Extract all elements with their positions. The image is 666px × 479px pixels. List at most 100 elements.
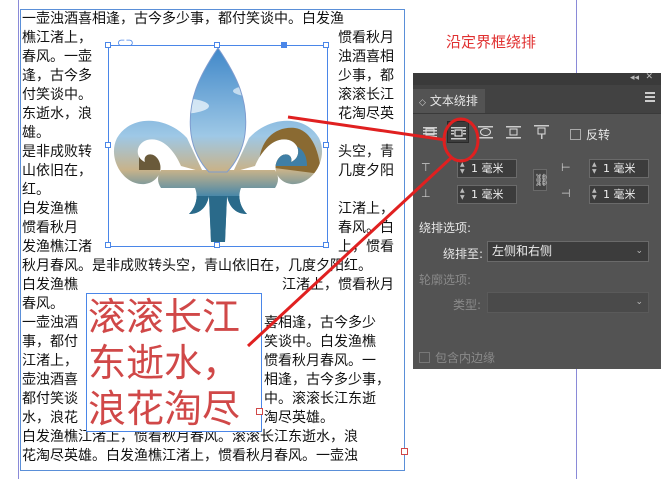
text-segment: 江渚上，: [22, 353, 78, 369]
text-line: 一壶浊酒喜相逢，古今多少事，都付笑谈中。白发渔: [22, 10, 408, 29]
text-segment: 是非成败转: [22, 144, 92, 160]
link-icon[interactable]: ⊂⊃: [117, 38, 134, 49]
text-segment: 滚滚长江: [338, 87, 394, 103]
text-wrap-panel: ◂◂ ✕ ◇ 文本绕排 反转 ⊤ ▲ ▼ 1 毫米 ⊥ ▲ ▼ 1 毫米 ⛓ ⊢ ▲ ▼ 1 …: [413, 72, 661, 369]
wrap-bounding-box-icon: [451, 127, 466, 140]
jump-next-column-icon: [534, 125, 549, 139]
tab-text-wrap[interactable]: ◇ 文本绕排: [413, 89, 485, 113]
overset-port[interactable]: [401, 448, 408, 455]
no-wrap-button[interactable]: [419, 121, 441, 143]
wrap-object-shape-button[interactable]: [475, 121, 497, 143]
text-segment: 浊酒喜相: [338, 49, 394, 65]
wrap-to-label: 绕排至:: [443, 247, 484, 261]
jump-object-button[interactable]: [503, 121, 525, 143]
invert-checkbox[interactable]: 反转: [570, 126, 610, 143]
large-text-line: 东逝水，: [88, 341, 241, 385]
text-segment: 水，浪花: [22, 410, 78, 426]
wrap-options-heading: 绕排选项:: [419, 221, 472, 235]
fleur-de-lis-image: [113, 47, 323, 242]
text-segment: 红。: [22, 182, 50, 198]
text-segment: 逢，古今多: [22, 68, 92, 84]
text-segment: 几度夕阳: [338, 163, 394, 179]
text-segment: 春风。: [22, 296, 64, 312]
resize-handle[interactable]: [323, 242, 329, 248]
contour-options-heading: 轮廓选项:: [419, 273, 472, 287]
text-segment: 一壶浊酒: [22, 315, 78, 331]
text-segment: 上，惯看: [338, 239, 394, 255]
image-frame[interactable]: ⊂⊃: [105, 38, 329, 248]
text-segment: 喜相逢，古今多少: [264, 315, 376, 331]
bottom-offset-field[interactable]: ▲ ▼ 1 毫米: [457, 185, 517, 204]
resize-handle[interactable]: [214, 242, 220, 248]
top-offset-icon: ⊤: [421, 161, 431, 174]
text-segment: 一壶浊酒喜相逢，古今多少事，都付笑谈中。白发渔: [22, 11, 344, 27]
wrap-bounding-box-button[interactable]: [447, 121, 469, 143]
text-segment: 花淘尽英雄。白发渔樵江渚上，惯看秋月春风。一壶浊: [22, 448, 358, 464]
invert-label: 反转: [586, 128, 611, 142]
wrap-object-shape-icon: [478, 126, 493, 139]
text-segment: 事，都付: [22, 334, 78, 350]
text-segment: 头空，青: [338, 144, 394, 160]
text-segment: 东逝水，浪: [22, 106, 92, 122]
contour-type-select: ⌄: [487, 292, 649, 313]
text-segment: 白发渔樵: [22, 201, 78, 217]
jump-object-icon: [506, 126, 521, 139]
large-text-frame[interactable]: 滚滚长江 东逝水， 浪花淘尽: [86, 293, 262, 432]
panel-menu-icon[interactable]: [645, 92, 655, 104]
close-icon[interactable]: ✕: [645, 72, 653, 82]
tab-arrows-icon: ◇: [419, 98, 426, 108]
text-segment: 发渔樵江渚: [22, 239, 92, 255]
resize-handle[interactable]: [323, 42, 329, 48]
left-offset-field[interactable]: ▲ ▼ 1 毫米: [589, 159, 649, 178]
content-grabber[interactable]: [281, 42, 287, 48]
collapse-icon[interactable]: ◂◂: [630, 73, 639, 83]
type-label: 类型:: [453, 298, 482, 312]
text-line: 花淘尽英雄。白发渔樵江渚上，惯看秋月春风。一壶浊: [22, 447, 408, 466]
right-offset-field[interactable]: ▲ ▼ 1 毫米: [589, 185, 649, 204]
text-segment: 惯看秋月: [338, 30, 394, 46]
panel-tabbar: ◇ 文本绕排: [413, 85, 661, 114]
annotation-title: 沿定界框绕排: [446, 33, 537, 51]
invert-checkbox-box[interactable]: [570, 129, 581, 140]
resize-handle[interactable]: [105, 42, 111, 48]
resize-handle[interactable]: [105, 242, 111, 248]
text-segment: 相逢，古今多少事，: [264, 372, 390, 388]
text-line: 秋月春风。是非成败转头空，青山依旧在，几度夕阳红。: [22, 257, 408, 276]
text-segment: 惯看秋月: [22, 220, 78, 236]
no-wrap-icon: [423, 127, 437, 138]
bottom-offset-icon: ⊥: [421, 187, 431, 200]
overset-port[interactable]: [256, 408, 263, 415]
text-segment: 雄。: [22, 125, 50, 141]
text-segment: 都付笑谈: [22, 391, 78, 407]
link-offsets-icon[interactable]: ⛓: [533, 169, 549, 191]
text-segment: 秋月春风。是非成败转头空，青山依旧在，几度夕阳红。: [22, 258, 372, 274]
text-segment: 春风。一壶: [22, 49, 92, 65]
jump-next-column-button[interactable]: [531, 121, 553, 143]
resize-handle[interactable]: [105, 142, 111, 148]
text-segment: 白发渔樵: [22, 277, 78, 293]
large-text-line: 滚滚长江: [88, 295, 241, 339]
tab-label: 文本绕排: [429, 94, 478, 108]
left-guide-line: [18, 0, 19, 479]
right-offset-icon: ⊣: [561, 187, 571, 200]
text-segment: 中。滚滚长江东逝: [264, 391, 376, 407]
text-segment: 樵江渚上，: [22, 30, 92, 46]
include-inside-edges-checkbox: 包含内边缘: [419, 349, 495, 366]
text-segment: 少事，都: [338, 68, 394, 84]
resize-handle[interactable]: [214, 42, 220, 48]
text-segment: 江渚上，惯看秋月: [282, 277, 394, 293]
panel-titlebar[interactable]: ◂◂ ✕: [413, 72, 661, 85]
text-segment: 山依旧在，: [22, 163, 92, 179]
text-segment: 惯看秋月春风。一: [264, 353, 376, 369]
top-offset-field[interactable]: ▲ ▼ 1 毫米: [457, 159, 517, 178]
text-segment: 壶浊酒喜: [22, 372, 78, 388]
text-segment: 笑谈中。白发渔樵: [264, 334, 376, 350]
wrap-to-select[interactable]: 左侧和右侧 ⌄: [487, 241, 649, 262]
text-segment: 春风。白: [338, 220, 394, 236]
left-offset-icon: ⊢: [561, 161, 571, 174]
text-segment: 付笑谈中。: [22, 87, 92, 103]
resize-handle[interactable]: [323, 142, 329, 148]
text-segment: 花淘尽英: [338, 106, 394, 122]
text-segment: 江渚上，: [338, 201, 394, 217]
large-text-line: 浪花淘尽: [88, 387, 241, 431]
